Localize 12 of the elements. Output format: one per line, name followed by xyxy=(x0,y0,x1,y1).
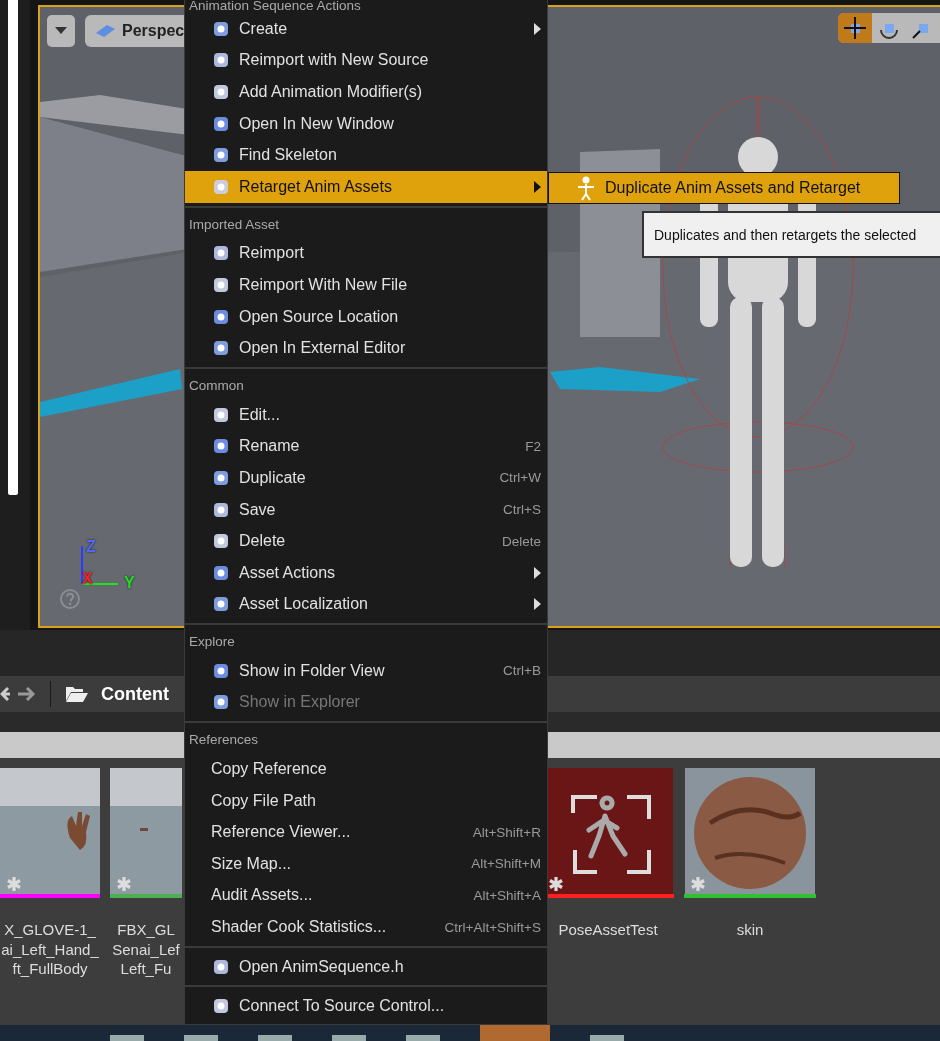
menu-section-title: Animation Sequence Actions xyxy=(188,0,362,13)
menu-section-title: Imported Asset xyxy=(188,215,281,234)
asset-name: PoseAssetTest xyxy=(558,920,658,940)
menu-section-title: Common xyxy=(188,376,245,395)
menu-section-title: Explore xyxy=(188,633,236,652)
axis-label: Y xyxy=(124,574,135,592)
asset-name: skin xyxy=(736,920,764,940)
asset-name: X_GLOVE-1_ ai_Left_Hand_ ft_FullBody xyxy=(1,920,99,979)
asset-name: FBX_GL Senai_Lef Left_Fu xyxy=(112,920,180,979)
tooltip: Duplicates and then retargets the selected xyxy=(642,211,940,258)
menu-section-title: References xyxy=(188,731,260,750)
axis-label: Z xyxy=(86,538,96,556)
